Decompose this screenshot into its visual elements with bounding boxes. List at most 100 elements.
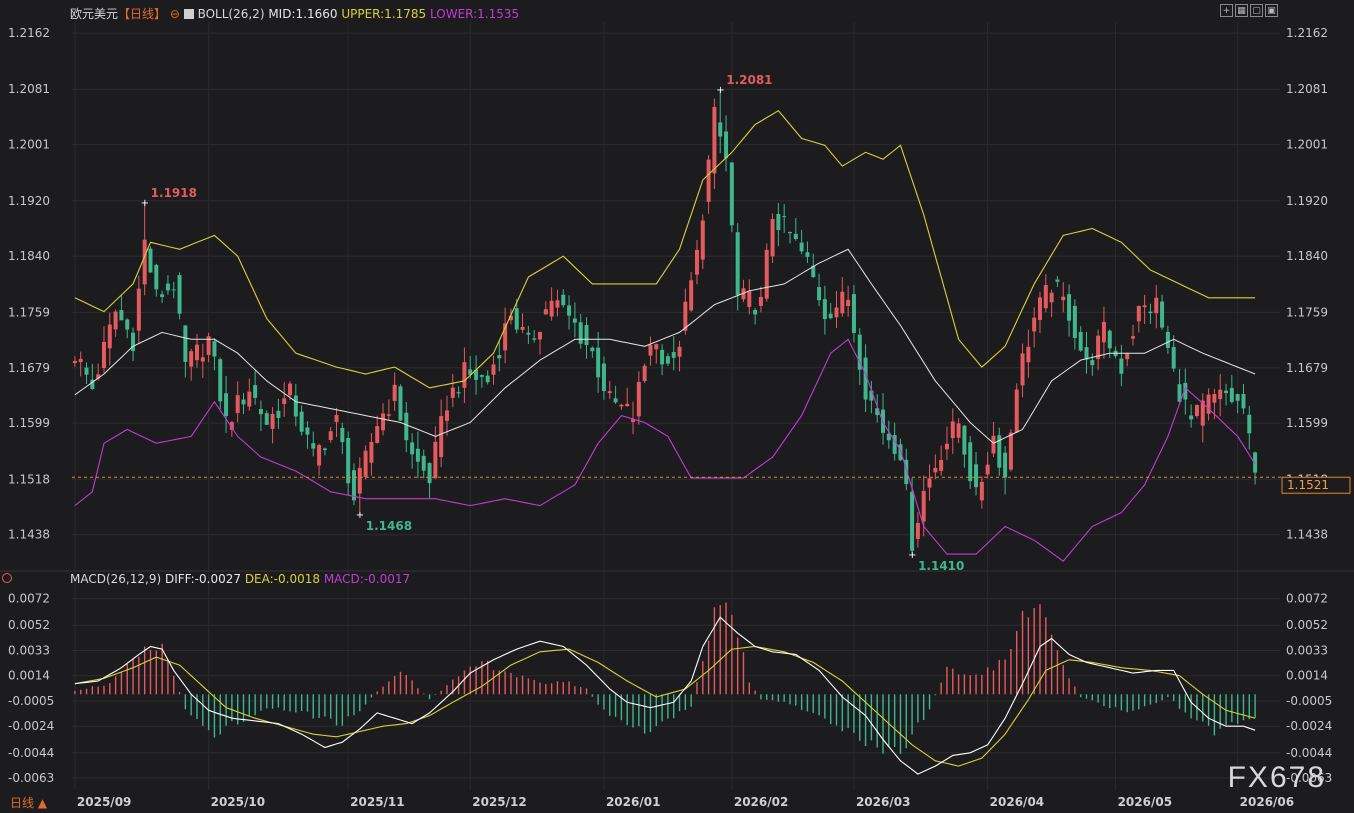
candle-body	[299, 411, 304, 432]
candle-body	[584, 325, 589, 345]
candle-body	[224, 393, 229, 417]
candle-body	[1229, 387, 1234, 402]
price-tick-left: 1.2162	[8, 26, 50, 40]
marker-cross: +	[141, 198, 149, 209]
candle-body	[654, 344, 659, 350]
window-icon[interactable]: ▣	[1265, 4, 1278, 17]
candle-body	[991, 435, 996, 454]
candle-body	[1072, 305, 1077, 339]
candle-body	[974, 464, 979, 488]
macd-tick-left: -0.0044	[8, 746, 54, 760]
candle-body	[636, 381, 641, 417]
candle-body	[747, 291, 752, 307]
candle-body	[415, 448, 420, 462]
candle-body	[724, 131, 729, 159]
macd-dea: DEA:-0.0018	[244, 572, 320, 586]
candle-body	[462, 362, 467, 388]
price-tick-left: 1.2081	[8, 82, 50, 96]
candle-body	[758, 296, 763, 306]
layout-icon[interactable]: ▦	[1235, 4, 1248, 17]
candle-body	[1206, 394, 1211, 414]
settings-circle-icon[interactable]: ⊖	[170, 7, 180, 21]
candle-body	[660, 349, 665, 365]
candle-body	[107, 324, 112, 349]
boll-name: BOLL(26,2)	[197, 7, 265, 21]
candle-body	[491, 364, 496, 375]
extreme-label: 1.2081	[726, 73, 772, 87]
candle-body	[532, 338, 537, 340]
candle-body	[799, 242, 804, 252]
candle-body	[241, 399, 246, 405]
candle-body	[933, 467, 938, 473]
macd-tick-left: 0.0033	[8, 643, 50, 657]
candle-body	[1142, 305, 1147, 308]
candle-body	[235, 395, 240, 413]
candle-body	[613, 398, 618, 403]
candle-body	[1008, 432, 1013, 470]
candle-body	[177, 275, 182, 314]
candle-body	[572, 318, 577, 323]
period-badge[interactable]: 【日线】	[118, 7, 166, 21]
candle-body	[72, 360, 77, 364]
candle-body	[1247, 414, 1252, 434]
candle-body	[392, 384, 397, 401]
candle-body	[450, 387, 455, 398]
candle-body	[689, 280, 694, 311]
price-tick-right: 1.1679	[1286, 361, 1328, 375]
macd-tick-right: -0.0005	[1286, 694, 1332, 708]
candle-body	[1084, 347, 1089, 360]
macd-header: MACD(26,12,9) DIFF:-0.0027 DEA:-0.0018 M…	[70, 572, 410, 586]
period-selector[interactable]: 日线 ▲	[10, 794, 47, 811]
candle-body	[1194, 405, 1199, 416]
candle-body	[258, 409, 263, 415]
candle-body	[555, 300, 560, 308]
candle-body	[421, 455, 426, 471]
candle-body	[590, 347, 595, 352]
macd-diff: DIFF:-0.0027	[164, 572, 241, 586]
candle-body	[165, 283, 170, 291]
price-tick-right: 1.2081	[1286, 82, 1328, 96]
candle-body	[520, 326, 525, 330]
candle-body	[1212, 394, 1217, 403]
candle-body	[526, 332, 531, 335]
macd-tick-left: 0.0014	[8, 669, 50, 683]
candle-body	[200, 357, 205, 362]
candle-body	[456, 392, 461, 394]
candlestick-chart[interactable]: 1.2162 1.2162 1.2081 1.2081 1.2001 1.2001 1.19…	[0, 0, 1354, 813]
macd-dea-line	[74, 645, 1256, 767]
x-tick-label: 2026/04	[990, 795, 1044, 809]
boll-mid: MID:1.1660	[268, 7, 338, 21]
macd-value: MACD:-0.0017	[323, 572, 411, 586]
candle-body	[543, 309, 548, 315]
candle-body	[578, 322, 583, 344]
price-tick-right: 1.1920	[1286, 194, 1328, 208]
candle-body	[84, 367, 89, 375]
candle-body	[851, 294, 856, 333]
expand-icon[interactable]: ▢	[1250, 4, 1263, 17]
candle-body	[817, 287, 822, 301]
price-tick-left: 1.1759	[8, 305, 50, 319]
candle-body	[398, 386, 403, 421]
boll-upper: UPPER:1.1785	[341, 7, 427, 21]
candle-body	[950, 421, 955, 439]
candle-body	[282, 398, 287, 405]
macd-settings-icon[interactable]	[2, 573, 12, 583]
candle-body	[625, 403, 630, 407]
macd-tick-right: 0.0052	[1286, 618, 1328, 632]
candle-body	[735, 232, 740, 295]
candle-body	[834, 307, 839, 318]
candle-body	[619, 404, 624, 407]
crosshair-icon[interactable]: +	[1220, 4, 1233, 17]
candle-body	[136, 288, 141, 331]
candle-body	[1101, 321, 1106, 343]
candle-body	[444, 410, 449, 421]
candle-body	[514, 308, 519, 330]
candle-body	[1160, 301, 1165, 328]
candle-body	[915, 522, 920, 540]
candle-body	[1061, 296, 1066, 301]
candle-body	[381, 413, 386, 431]
candle-body	[822, 299, 827, 320]
watermark-logo: FX678	[1227, 761, 1326, 794]
candle-body	[340, 427, 345, 443]
candle-body	[677, 346, 682, 357]
